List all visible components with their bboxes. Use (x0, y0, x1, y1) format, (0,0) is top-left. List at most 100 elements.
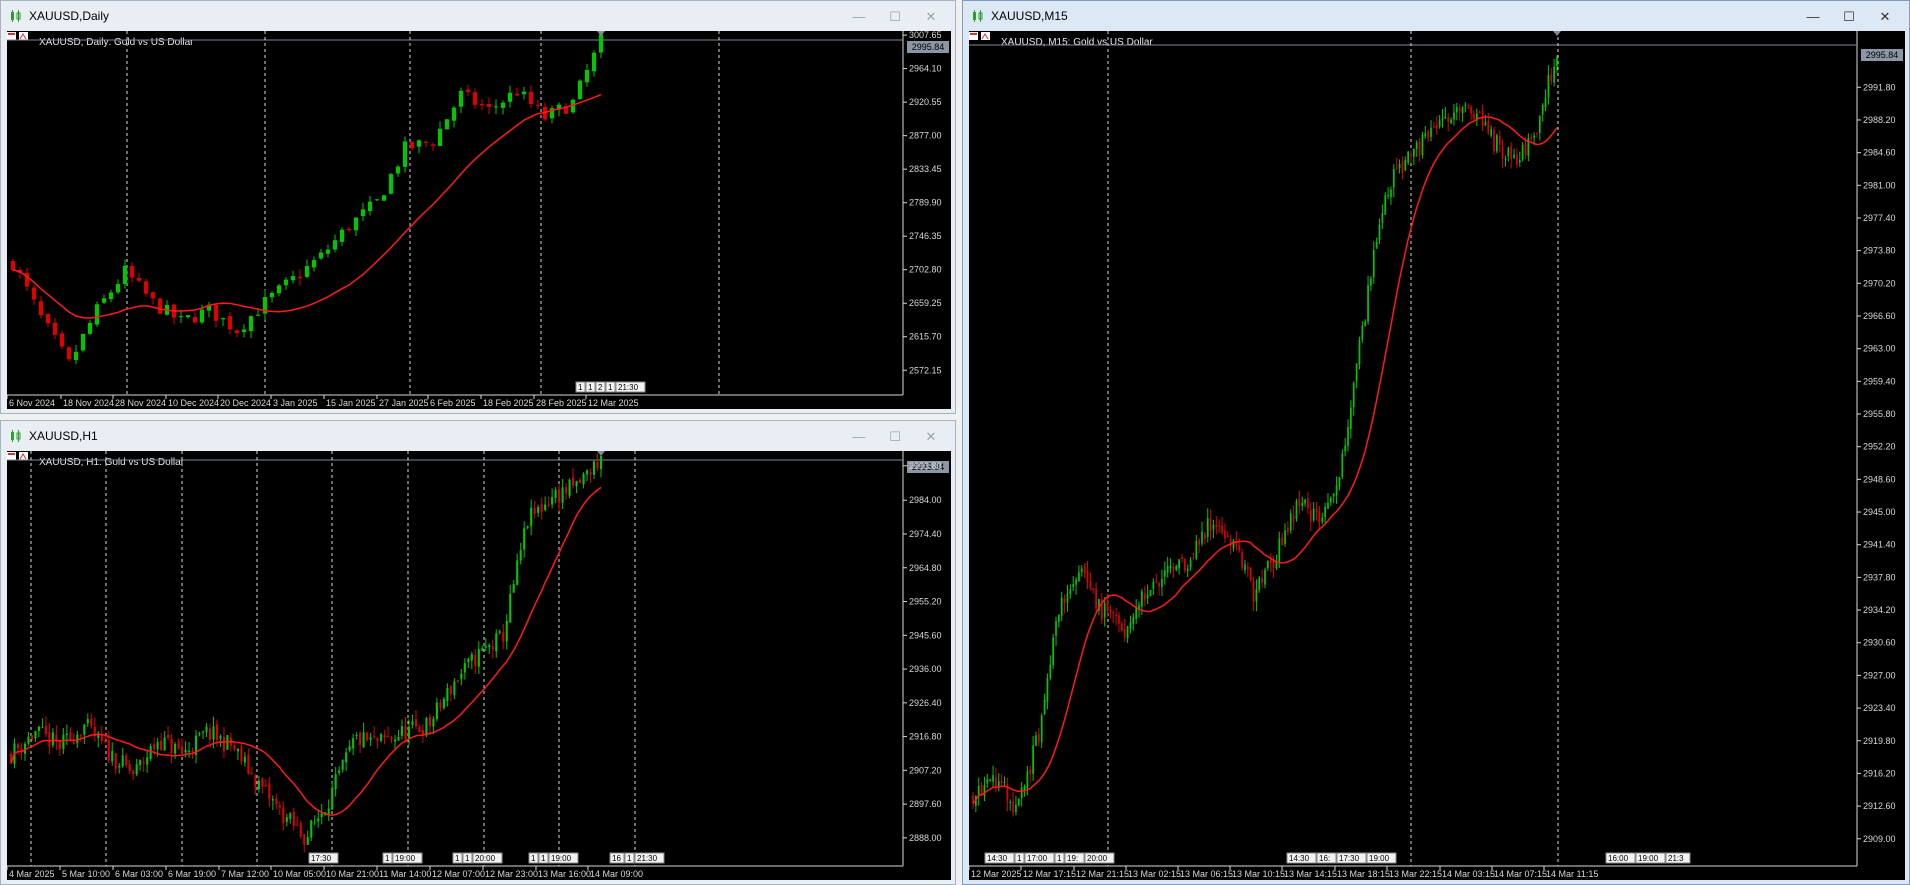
candle-body (1069, 589, 1072, 595)
candle-body (153, 744, 156, 750)
candle-body (1415, 142, 1418, 149)
price-axis-label: 2937.80 (1863, 572, 1896, 582)
minimize-button[interactable]: — (841, 5, 877, 29)
candle-body (149, 746, 152, 759)
candle-body (986, 779, 989, 784)
daily-titlebar[interactable]: XAUUSD,Daily — ☐ ✕ (1, 1, 955, 31)
candle-body (486, 103, 492, 107)
time-axis-label: 14 Mar 09:00 (590, 869, 643, 879)
candle-body (79, 735, 82, 737)
candle-body (1158, 583, 1160, 587)
price-axis-label: 2941.40 (1863, 540, 1896, 550)
candle-body (1241, 552, 1243, 568)
candle-body (530, 507, 533, 526)
candle-body (86, 719, 89, 724)
price-axis-label: 2659.25 (909, 298, 942, 308)
candle-body (1272, 560, 1275, 568)
candle-body (122, 265, 128, 285)
candle-body (205, 726, 208, 733)
m15-chart-window[interactable]: XAUUSD,M15 — ☐ ✕ XAUUSD, M15: Gold vs US… (962, 0, 1910, 885)
time-axis-label: 20 Dec 2024 (220, 398, 271, 408)
m15-chart-area[interactable]: XAUUSD, M15: Gold vs US Dollar 2995.84 2… (969, 31, 1905, 880)
price-axis-label: 2974.40 (909, 529, 942, 539)
candle-body (1521, 144, 1524, 160)
candle-body (1252, 581, 1255, 602)
candle-body (1017, 799, 1020, 806)
candle-body (1295, 500, 1298, 519)
candle-body (1470, 107, 1472, 114)
candle-body (1553, 66, 1555, 83)
candle-body (386, 736, 390, 738)
candle-body (185, 315, 191, 318)
candle-body (306, 837, 309, 845)
time-axis-label: 13 Mar 02:15 (1128, 869, 1181, 879)
candle-body (1321, 517, 1324, 523)
candle-body (1229, 537, 1232, 547)
candle-body (360, 209, 366, 217)
close-button[interactable]: ✕ (913, 5, 949, 29)
candle-body (558, 489, 561, 503)
candle-body (582, 473, 585, 485)
candle-body (439, 702, 442, 708)
minimize-button[interactable]: — (1795, 5, 1831, 29)
h1-chart-window[interactable]: XAUUSD,H1 — ☐ ✕ XAUUSD, H1: Gold vs US D… (0, 420, 956, 885)
candle-body (1143, 593, 1146, 601)
candle-body (62, 734, 65, 749)
candle-body (1344, 445, 1347, 452)
time-axis-label: 11 Mar 14:00 (379, 869, 431, 879)
candle-body (1095, 588, 1097, 609)
candle-body (66, 347, 72, 360)
price-axis-label: 2945.60 (909, 630, 942, 640)
candle-body (104, 741, 107, 743)
maximize-button[interactable]: ☐ (877, 5, 913, 29)
candle-body (283, 279, 289, 286)
candle-body (1461, 107, 1464, 114)
candle-body (318, 252, 324, 259)
candle-body (1324, 506, 1326, 517)
candle-body (491, 646, 494, 649)
candle-body (240, 746, 243, 762)
candle-body (1312, 508, 1315, 520)
time-axis-label: 13 Mar 18:15 (1337, 869, 1390, 879)
candle-body (1284, 530, 1286, 545)
candle-body (1060, 597, 1063, 616)
close-button[interactable]: ✕ (1867, 5, 1903, 29)
candle-body (1172, 566, 1175, 572)
candle-body (215, 724, 219, 741)
candle-body (1384, 195, 1387, 215)
candle-body (1281, 537, 1284, 546)
time-axis-label: 18 Nov 2024 (63, 398, 114, 408)
candle-body (269, 292, 275, 298)
candle-body (243, 756, 246, 763)
candle-body (381, 195, 387, 201)
m15-titlebar[interactable]: XAUUSD,M15 — ☐ ✕ (963, 1, 1909, 31)
close-button[interactable]: ✕ (913, 425, 949, 449)
candle-body (198, 733, 201, 735)
h1-chart-area[interactable]: XAUUSD, H1: Gold vs US Dollar 2995.84 29… (7, 451, 951, 880)
candle-body (373, 735, 376, 737)
candle-body (1129, 622, 1132, 629)
candle-body (101, 298, 107, 303)
candle-body (1166, 566, 1169, 573)
candle-body (1464, 104, 1467, 106)
candle-body (367, 201, 373, 212)
candle-body (247, 754, 250, 774)
candle-body (1387, 195, 1389, 197)
candle-body (1327, 502, 1329, 509)
daily-chart-window[interactable]: XAUUSD,Daily — ☐ ✕ XAUUSD, Daily: Gold v… (0, 0, 956, 414)
candle-body (37, 726, 40, 731)
candle-body (1361, 325, 1364, 341)
price-axis-label: 2919.80 (1863, 736, 1896, 746)
maximize-button[interactable]: ☐ (877, 425, 913, 449)
candle-body (160, 740, 163, 751)
candle-body (1169, 565, 1172, 569)
candle-body (1255, 589, 1258, 602)
price-axis-label: 2909.00 (1863, 834, 1896, 844)
candle-body (1381, 213, 1384, 224)
minimize-button[interactable]: — (841, 425, 877, 449)
h1-titlebar[interactable]: XAUUSD,H1 — ☐ ✕ (1, 421, 955, 451)
daily-chart-area[interactable]: XAUUSD, Daily: Gold vs US Dollar 2995.84… (7, 31, 951, 409)
candle-body (1401, 161, 1404, 173)
maximize-button[interactable]: ☐ (1831, 5, 1867, 29)
candle-body (388, 174, 394, 194)
